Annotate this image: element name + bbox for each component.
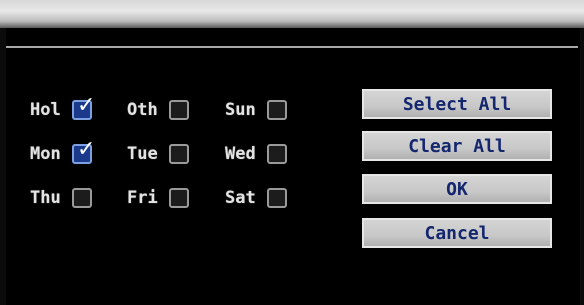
- day-label-wed: Wed: [225, 144, 256, 164]
- dialog-title-bar: [0, 0, 584, 28]
- day-thu[interactable]: Thu: [30, 186, 92, 210]
- day-label-mon: Mon: [30, 144, 61, 164]
- day-label-tue: Tue: [127, 144, 158, 164]
- checkbox-tue[interactable]: [169, 144, 189, 164]
- day-hol[interactable]: Hol ✓: [30, 95, 95, 122]
- day-wed[interactable]: Wed: [225, 142, 287, 166]
- title-separator: [6, 46, 578, 48]
- day-tue[interactable]: Tue: [127, 142, 189, 166]
- day-label-thu: Thu: [30, 188, 61, 208]
- day-oth[interactable]: Oth: [127, 98, 189, 122]
- checkmark-icon: ✓: [77, 137, 96, 162]
- day-label-fri: Fri: [127, 188, 158, 208]
- day-label-sat: Sat: [225, 188, 256, 208]
- checkbox-hol[interactable]: ✓: [72, 95, 95, 120]
- checkbox-wed[interactable]: [267, 144, 287, 164]
- checkbox-sat[interactable]: [267, 188, 287, 208]
- checkbox-fri[interactable]: [169, 188, 189, 208]
- cancel-button[interactable]: Cancel: [362, 218, 552, 248]
- day-sat[interactable]: Sat: [225, 186, 287, 210]
- schedule-days-dialog: [6, 28, 580, 305]
- day-label-hol: Hol: [30, 100, 61, 120]
- checkbox-thu[interactable]: [72, 188, 92, 208]
- day-label-sun: Sun: [225, 100, 256, 120]
- day-label-oth: Oth: [127, 100, 158, 120]
- checkbox-mon[interactable]: ✓: [72, 139, 95, 164]
- ok-button[interactable]: OK: [362, 174, 552, 204]
- select-all-button[interactable]: Select All: [362, 89, 552, 119]
- checkbox-sun[interactable]: [267, 100, 287, 120]
- checkmark-icon: ✓: [77, 93, 96, 118]
- day-mon[interactable]: Mon ✓: [30, 139, 95, 166]
- checkbox-oth[interactable]: [169, 100, 189, 120]
- clear-all-button[interactable]: Clear All: [362, 131, 552, 161]
- day-fri[interactable]: Fri: [127, 186, 189, 210]
- day-sun[interactable]: Sun: [225, 98, 287, 122]
